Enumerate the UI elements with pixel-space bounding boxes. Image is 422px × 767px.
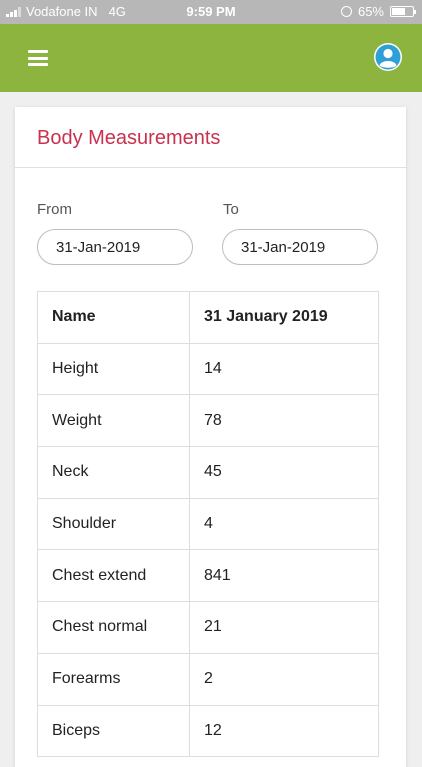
table-row: Chest extend 841 [37, 549, 379, 603]
status-right: 65% [340, 4, 416, 19]
table-row: Weight 78 [37, 394, 379, 448]
table-header-row: Name 31 January 2019 [37, 291, 379, 344]
measurement-name: Height [37, 342, 190, 396]
table-row: Biceps 12 [37, 704, 379, 758]
column-header-name: Name [37, 291, 190, 344]
status-bar: Vodafone IN 4G 9:59 PM 65% [0, 0, 422, 24]
body-measurements-card: Body Measurements From To Name 31 Januar… [15, 107, 406, 767]
user-avatar-icon[interactable] [373, 42, 403, 72]
measurement-name: Shoulder [37, 497, 190, 551]
to-date-field[interactable] [222, 229, 378, 265]
card-header: Body Measurements [15, 107, 406, 168]
battery-icon [390, 6, 416, 17]
table-row: Neck 45 [37, 446, 379, 499]
measurements-table: Name 31 January 2019 Height 14 Weight 78… [37, 291, 379, 758]
column-header-date: 31 January 2019 [189, 291, 379, 344]
from-date-field[interactable] [37, 229, 193, 265]
app-bar [0, 24, 422, 92]
measurement-name: Chest normal [37, 601, 190, 654]
measurement-value: 14 [189, 342, 379, 396]
measurement-value: 12 [189, 704, 379, 758]
measurement-name: Chest extend [37, 549, 190, 603]
table-row: Height 14 [37, 342, 379, 396]
to-label: To [223, 201, 239, 218]
table-row: Shoulder 4 [37, 497, 379, 551]
measurement-name: Weight [37, 394, 190, 448]
battery-level [392, 8, 405, 15]
measurement-name: Neck [37, 446, 190, 499]
measurement-name: Biceps [37, 704, 190, 758]
card-title: Body Measurements [37, 127, 221, 149]
from-label: From [37, 201, 72, 218]
measurement-value: 78 [189, 394, 379, 448]
measurement-value: 21 [189, 601, 379, 654]
measurement-value: 45 [189, 446, 379, 499]
measurement-value: 4 [189, 497, 379, 551]
measurement-name: Forearms [37, 652, 190, 706]
table-row: Forearms 2 [37, 652, 379, 706]
hamburger-menu-icon[interactable] [28, 50, 48, 66]
measurement-value: 841 [189, 549, 379, 603]
battery-percent: 65% [357, 4, 384, 19]
measurement-value: 2 [189, 652, 379, 706]
orientation-lock-icon [340, 6, 352, 17]
table-row: Chest normal 21 [37, 601, 379, 654]
